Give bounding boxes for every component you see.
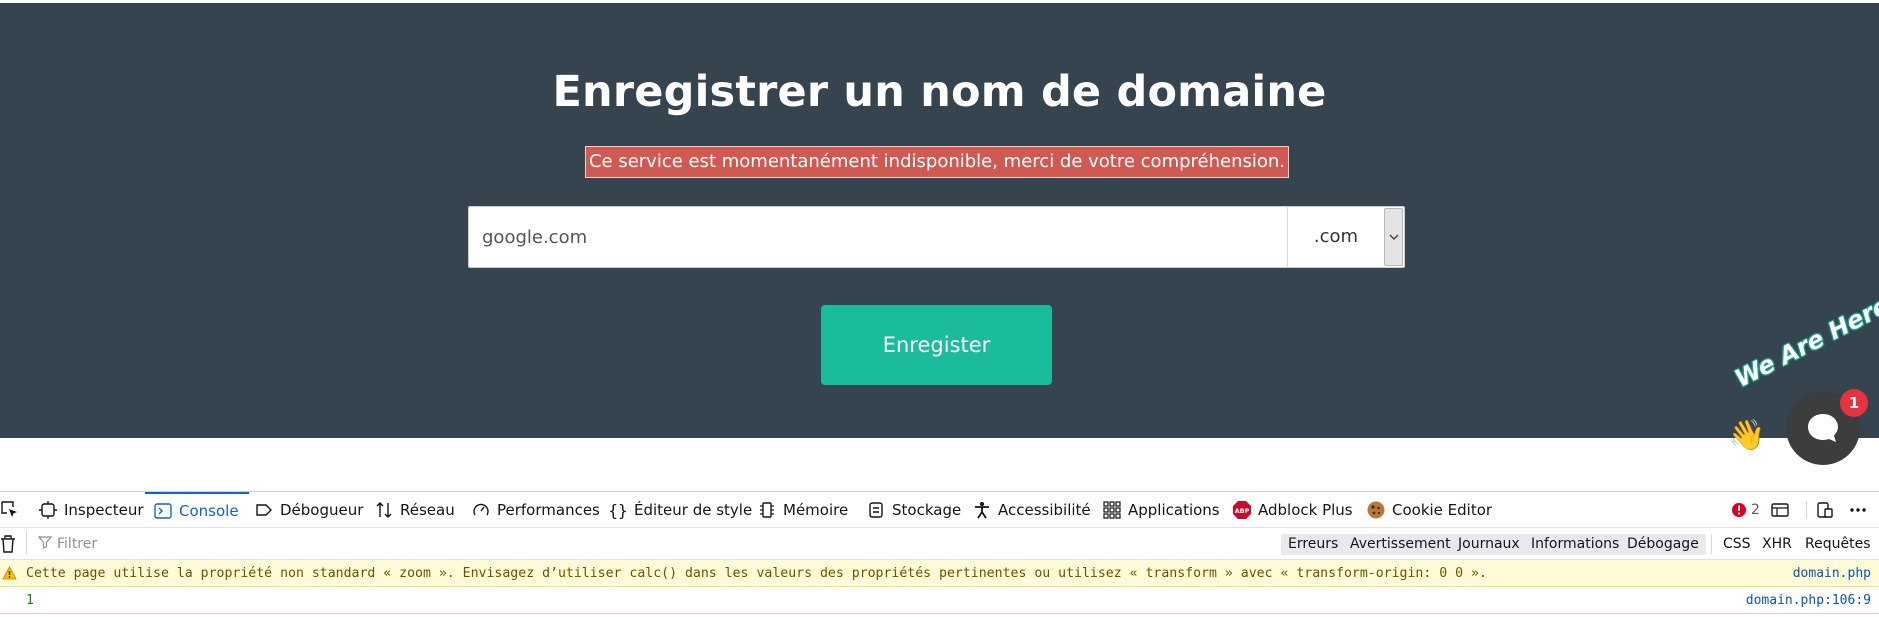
trash-icon <box>0 535 16 558</box>
tab-label: Cookie Editor <box>1392 501 1493 519</box>
tab-console[interactable]: Console <box>145 492 249 528</box>
tab-label: Inspecteur <box>64 501 144 519</box>
tab-cookie-editor[interactable]: Cookie Editor <box>1366 492 1492 528</box>
log-message-value: 1 <box>26 593 34 608</box>
tab-editeur-de-style[interactable]: {} Éditeur de style <box>608 492 752 528</box>
console-filter-bar: Filtrer Erreurs Avertissements Journaux … <box>0 528 1879 560</box>
more-options-icon <box>1848 500 1868 520</box>
tld-selected-value: .com <box>1313 226 1359 247</box>
responsive-design-button[interactable] <box>1815 492 1835 528</box>
network-icon <box>374 500 394 520</box>
tab-label: Applications <box>1128 501 1220 519</box>
tab-label: Stockage <box>892 501 962 519</box>
tab-reseau[interactable]: Réseau <box>374 492 455 528</box>
cookie-icon <box>1366 500 1386 520</box>
tab-label: Éditeur de style <box>634 501 753 519</box>
console-message-log: 1 domain.php:106:9 <box>0 587 1879 614</box>
warning-icon <box>2 566 17 584</box>
tab-label: Performances <box>497 501 600 519</box>
log-source-link[interactable]: domain.php:106:9 <box>1746 587 1871 614</box>
tab-memoire[interactable]: Mémoire <box>757 492 848 528</box>
console-message-warning: Cette page utilise la propriété non stan… <box>0 560 1879 587</box>
filter-logs-button[interactable]: Journaux <box>1451 534 1527 555</box>
filter-divider <box>1711 534 1712 554</box>
warning-message-text: Cette page utilise la propriété non stan… <box>26 566 1487 581</box>
chevron-down-icon[interactable] <box>1384 208 1403 266</box>
more-options-button[interactable] <box>1848 492 1868 528</box>
applications-icon <box>1102 500 1122 520</box>
error-count: 2 <box>1751 502 1760 518</box>
adblock-icon: ABP <box>1232 500 1252 520</box>
console-icon <box>153 501 173 521</box>
responsive-design-icon <box>1815 500 1835 520</box>
clear-console-button[interactable] <box>0 534 16 558</box>
element-picker-icon <box>0 500 20 520</box>
domain-input[interactable] <box>469 207 1287 267</box>
toolbar-divider <box>1806 501 1807 519</box>
filter-css-button[interactable]: CSS <box>1723 534 1751 555</box>
devtools-panel: Inspecteur Console Débogueur Réseau Perf <box>0 491 1879 617</box>
filter-errors-button[interactable]: Erreurs <box>1281 534 1346 555</box>
element-picker-button[interactable] <box>0 492 20 528</box>
tab-label: Accessibilité <box>998 501 1091 519</box>
tld-select[interactable]: .com <box>1287 207 1404 267</box>
tab-accessibilite[interactable]: Accessibilité <box>972 492 1091 528</box>
chat-widget[interactable]: We Are Here! 👋 1 <box>1725 286 1879 470</box>
performance-icon <box>471 500 491 520</box>
storage-icon <box>866 500 886 520</box>
split-console-button[interactable] <box>1770 492 1790 528</box>
tab-debogueur[interactable]: Débogueur <box>254 492 363 528</box>
tab-label: Console <box>179 502 239 520</box>
register-button[interactable]: Enregister <box>821 305 1052 385</box>
page-hero: Enregistrer un nom de domaine Ce service… <box>0 3 1879 438</box>
unavailable-alert: Ce service est momentanément indisponibl… <box>585 146 1289 178</box>
warning-source-link[interactable]: domain.php <box>1793 560 1871 587</box>
error-count-button[interactable]: 2 <box>1731 492 1760 528</box>
chat-notification-badge: 1 <box>1840 389 1868 417</box>
filter-debug-button[interactable]: Débogage <box>1620 534 1706 555</box>
filter-warnings-button[interactable]: Avertissements <box>1343 534 1465 555</box>
inspector-icon <box>38 500 58 520</box>
chat-bubble-icon <box>1808 414 1838 442</box>
split-console-icon <box>1770 500 1790 520</box>
style-editor-icon: {} <box>608 500 628 520</box>
tab-label: Débogueur <box>280 501 364 519</box>
filter-requests-button[interactable]: Requêtes <box>1805 534 1870 555</box>
tab-performances[interactable]: Performances <box>471 492 600 528</box>
svg-text:ABP: ABP <box>1235 507 1250 515</box>
memory-icon <box>757 500 777 520</box>
waving-hand-icon: 👋 <box>1728 418 1766 453</box>
tab-applications[interactable]: Applications <box>1102 492 1220 528</box>
filter-divider <box>26 532 27 554</box>
page-title: Enregistrer un nom de domaine <box>552 67 1327 117</box>
tab-adblock-plus[interactable]: ABP Adblock Plus <box>1232 492 1353 528</box>
filter-xhr-button[interactable]: XHR <box>1762 534 1792 555</box>
devtools-toolbar: Inspecteur Console Débogueur Réseau Perf <box>0 492 1879 528</box>
filter-icon <box>37 535 53 553</box>
tab-inspecteur[interactable]: Inspecteur <box>38 492 144 528</box>
filter-placeholder: Filtrer <box>57 536 98 552</box>
tab-label: Réseau <box>400 501 455 519</box>
filter-info-button[interactable]: Informations <box>1524 534 1627 555</box>
error-icon <box>1731 500 1747 520</box>
domain-search-form: .com <box>468 206 1405 268</box>
tab-label: Mémoire <box>783 501 849 519</box>
tab-stockage[interactable]: Stockage <box>866 492 961 528</box>
debugger-icon <box>254 500 274 520</box>
tab-label: Adblock Plus <box>1258 501 1353 519</box>
console-filter-input[interactable]: Filtrer <box>37 533 338 555</box>
accessibility-icon <box>972 500 992 520</box>
